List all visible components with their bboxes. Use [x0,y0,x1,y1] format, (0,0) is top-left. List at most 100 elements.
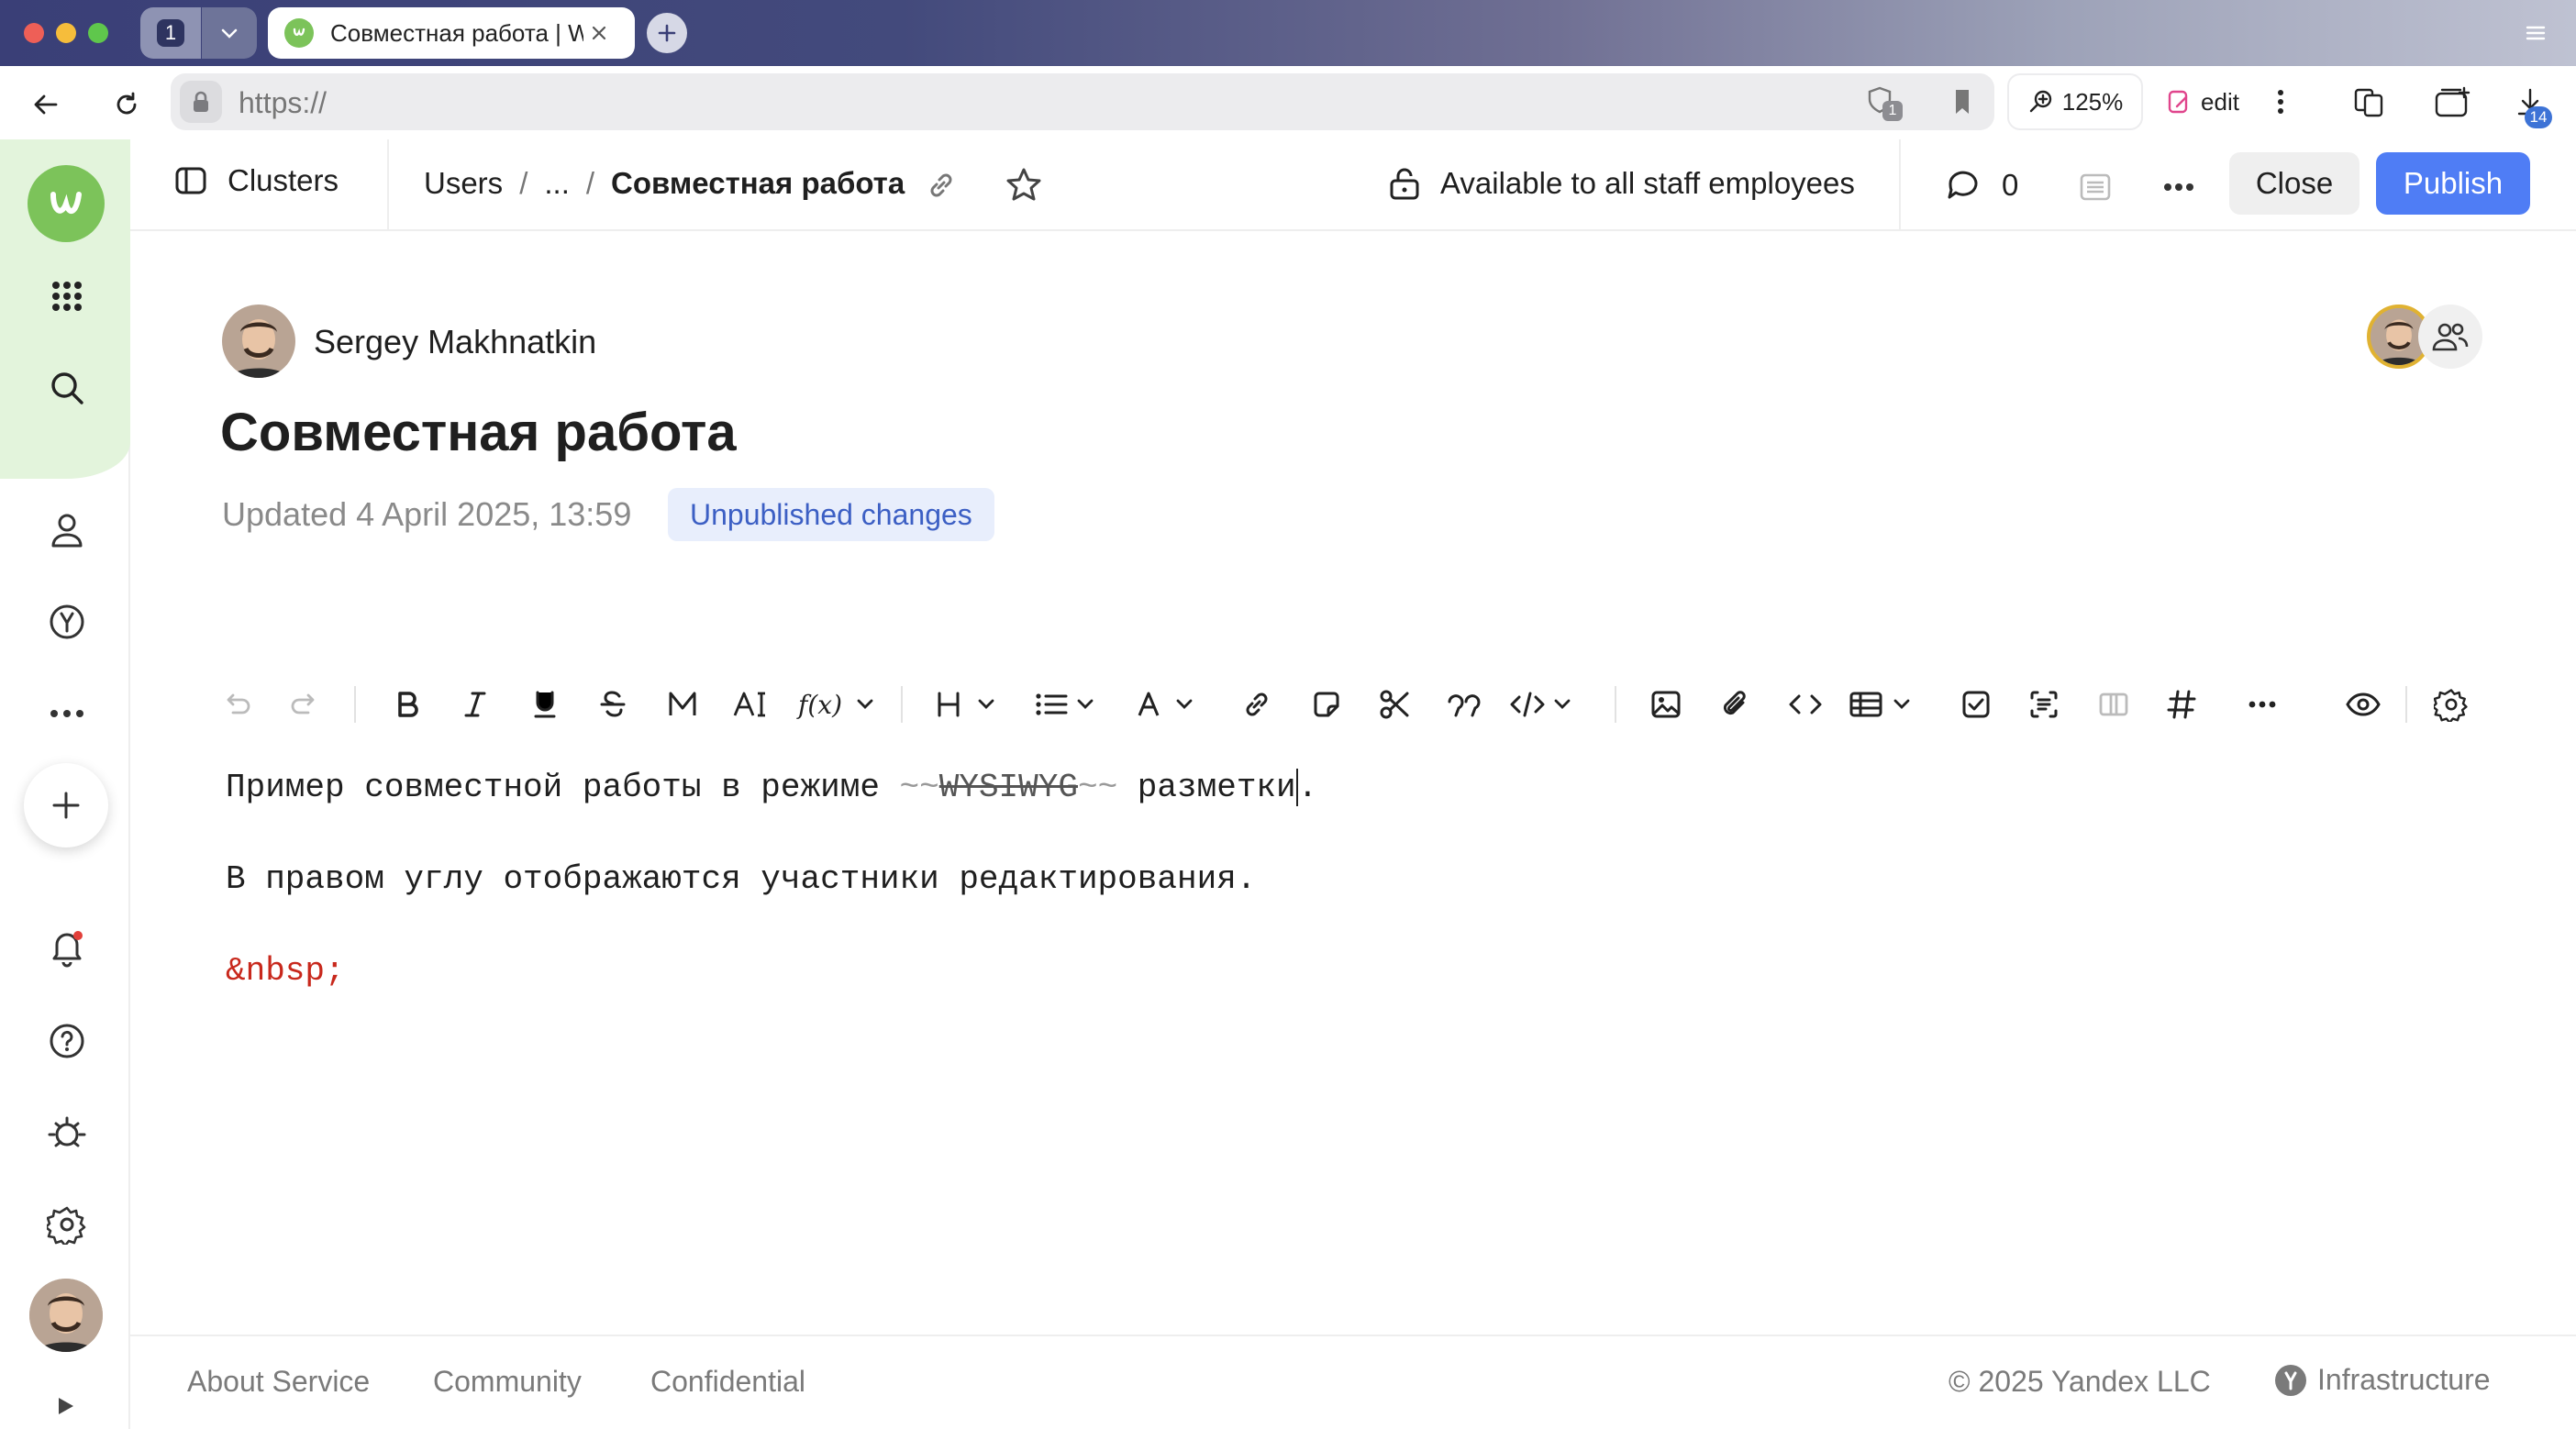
heading-dropdown-button[interactable] [928,677,1005,732]
copy-link-button[interactable] [923,167,960,204]
undo-button[interactable] [209,677,264,732]
close-button[interactable]: Close [2229,152,2359,215]
publish-button[interactable]: Publish [2376,152,2530,215]
page-actions-button[interactable] [2160,169,2198,205]
strikethrough-icon [600,691,626,717]
note-button[interactable] [1299,677,1354,732]
underline-button[interactable] [517,677,572,732]
strikethrough-button[interactable] [585,677,640,732]
line1-text-before: Пример совместной работы в режиме [226,769,900,806]
bug-report-button[interactable] [35,1101,99,1165]
toolbar-separator [2405,686,2407,723]
hash-icon [2167,690,2196,719]
attach-button[interactable] [1708,677,1763,732]
bug-icon [48,1116,86,1147]
reload-button[interactable] [103,81,150,128]
embed-button[interactable] [2016,677,2071,732]
collections-button[interactable] [2433,84,2473,121]
close-window-button[interactable] [24,23,44,43]
services-button[interactable] [35,264,99,328]
help-button[interactable] [35,1009,99,1073]
back-button[interactable] [22,81,70,128]
url-text[interactable]: https:// [239,86,327,120]
clusters-button[interactable]: Clusters [174,163,339,198]
author-name[interactable]: Sergey Makhnatkin [314,323,596,361]
image-button[interactable] [1638,677,1693,732]
more-actions-button[interactable] [2262,79,2299,125]
italic-button[interactable] [448,677,503,732]
editor-line-1[interactable]: Пример совместной работы в режиме ~~WYSI… [226,769,1317,806]
hashtag-button[interactable] [2154,677,2209,732]
zoom-button[interactable]: 125% [2007,73,2143,130]
math-dropdown-button[interactable]: f(x) [796,677,879,732]
mono-button[interactable] [655,677,710,732]
downloads-button[interactable]: 14 [2512,84,2558,130]
table-of-contents-button[interactable] [2077,169,2114,205]
new-tab-button[interactable] [647,13,687,53]
maximize-window-button[interactable] [88,23,108,43]
formula-icon: f(x) [796,690,873,720]
editor-settings-button[interactable] [2424,677,2479,732]
search-button[interactable] [35,356,99,420]
list-icon [1036,693,1094,715]
yandex-circle-icon [50,604,84,639]
redo-button[interactable] [277,677,332,732]
yandex-button[interactable] [35,590,99,654]
cut-button[interactable] [1367,677,1422,732]
preview-button[interactable] [2336,677,2391,732]
protect-button[interactable]: 1 [1864,84,1904,121]
create-button[interactable] [24,763,108,847]
settings-button[interactable] [35,1192,99,1257]
minimize-window-button[interactable] [56,23,76,43]
reader-button[interactable] [2350,84,2387,121]
more-formatting-button[interactable] [2235,677,2290,732]
checkbox-button[interactable] [1949,677,2004,732]
quote-button[interactable] [1437,677,1492,732]
notifications-button[interactable] [35,915,99,980]
zoom-in-icon [2029,90,2051,113]
site-info-button[interactable] [180,81,222,123]
toolbar-separator [1615,686,1616,723]
about-service-link[interactable]: About Service [187,1365,370,1399]
profile-button[interactable] [35,498,99,562]
expand-rail-button[interactable] [53,1394,77,1418]
confidential-link[interactable]: Confidential [650,1365,805,1399]
author-avatar[interactable] [222,305,295,378]
list-dropdown-button[interactable] [1031,677,1108,732]
horizontal-dots-icon [50,710,83,717]
browser-menu-button[interactable] [2521,18,2550,48]
columns-button[interactable] [2086,677,2141,732]
favorite-button[interactable] [1004,165,1044,205]
font-style-dropdown-button[interactable] [1134,677,1211,732]
strike-marker-open: ~~ [899,769,939,806]
link-button[interactable] [1229,677,1284,732]
shield-count-badge: 1 [1882,101,1903,121]
collaborators-button[interactable] [2418,305,2482,369]
infrastructure-link[interactable]: Infrastructure [2275,1363,2491,1397]
code-block-dropdown-button[interactable] [1508,677,1585,732]
wiki-logo[interactable] [28,165,105,242]
hamburger-icon [2526,26,2546,40]
bookmark-button[interactable] [1949,86,1980,117]
comments-button[interactable]: 0 [1945,167,2018,204]
breadcrumb-ellipsis[interactable]: ... [544,166,570,201]
tab-list-dropdown[interactable] [202,7,257,59]
breadcrumb-users[interactable]: Users [424,166,503,201]
edit-extension-button[interactable]: edit [2143,73,2262,130]
tab-group-button[interactable]: 1 [140,7,201,59]
text-color-button[interactable] [723,677,778,732]
embed-frame-icon [2030,691,2058,718]
close-tab-icon[interactable] [589,23,609,43]
unpublished-changes-badge[interactable]: Unpublished changes [668,488,994,541]
inline-code-button[interactable] [1778,677,1833,732]
editor-line-2[interactable]: В правом углу отображаются участники ред… [226,860,1256,898]
table-dropdown-button[interactable] [1848,677,1925,732]
access-settings-button[interactable]: Available to all staff employees [1387,165,1855,202]
community-link[interactable]: Community [433,1365,582,1399]
user-avatar[interactable] [29,1279,103,1352]
active-tab[interactable]: Совместная работа | W [268,7,635,59]
bold-button[interactable] [380,677,435,732]
editor-line-3-nbsp[interactable]: &nbsp; [226,952,345,990]
more-services-button[interactable] [35,681,99,746]
address-bar[interactable]: https:// 1 [171,73,1994,130]
